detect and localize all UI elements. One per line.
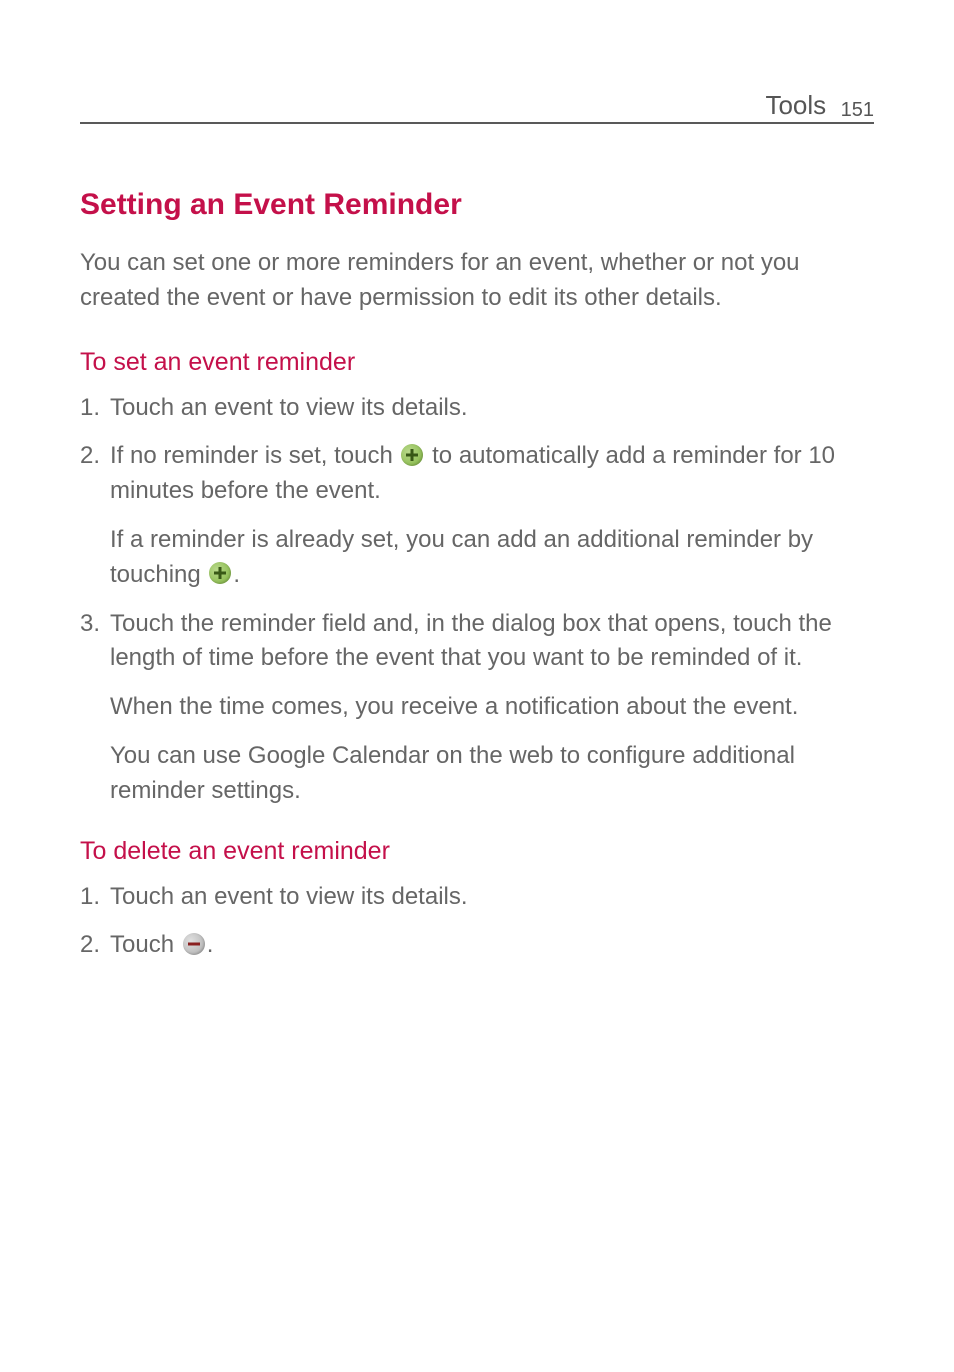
list-text: Touch an event to view its details.	[110, 394, 468, 421]
minus-icon	[183, 933, 205, 955]
list-text: Touch an event to view its details.	[110, 883, 468, 910]
header-rule	[80, 122, 874, 124]
header-text: Tools 151	[757, 90, 874, 121]
list-text-part2: .	[207, 931, 214, 958]
list-number: 1.	[80, 880, 100, 915]
sub-paragraph: If a reminder is already set, you can ad…	[80, 523, 874, 593]
list-item-3: 3. Touch the reminder field and, in the …	[80, 607, 874, 677]
list-number: 2.	[80, 928, 100, 963]
list-item-2: 2. Touch .	[80, 928, 874, 963]
page-heading: Setting an Event Reminder	[80, 188, 874, 222]
sub-paragraph: When the time comes, you receive a notif…	[80, 690, 874, 725]
list-item-1: 1. Touch an event to view its details.	[80, 391, 874, 426]
plus-icon	[401, 444, 423, 466]
list-text-part1: Touch	[110, 931, 181, 958]
subheading-delete-reminder: To delete an event reminder	[80, 837, 874, 866]
sub-text-part2: .	[233, 561, 240, 588]
page-number: 151	[841, 99, 874, 121]
section-name: Tools	[765, 90, 826, 120]
plus-icon	[209, 562, 231, 584]
list-number: 2.	[80, 439, 100, 474]
list-item-1: 1. Touch an event to view its details.	[80, 880, 874, 915]
document-page: Tools 151 Setting an Event Reminder You …	[0, 0, 954, 963]
list-text-part1: If no reminder is set, touch	[110, 442, 399, 469]
list-number: 3.	[80, 607, 100, 642]
list-text: Touch the reminder field and, in the dia…	[110, 610, 832, 672]
list-number: 1.	[80, 391, 100, 426]
sub-paragraph: You can use Google Calendar on the web t…	[80, 739, 874, 809]
subheading-set-reminder: To set an event reminder	[80, 348, 874, 377]
intro-paragraph: You can set one or more reminders for an…	[80, 246, 874, 316]
content-body: Setting an Event Reminder You can set on…	[80, 188, 874, 963]
list-item-2: 2. If no reminder is set, touch to autom…	[80, 439, 874, 509]
